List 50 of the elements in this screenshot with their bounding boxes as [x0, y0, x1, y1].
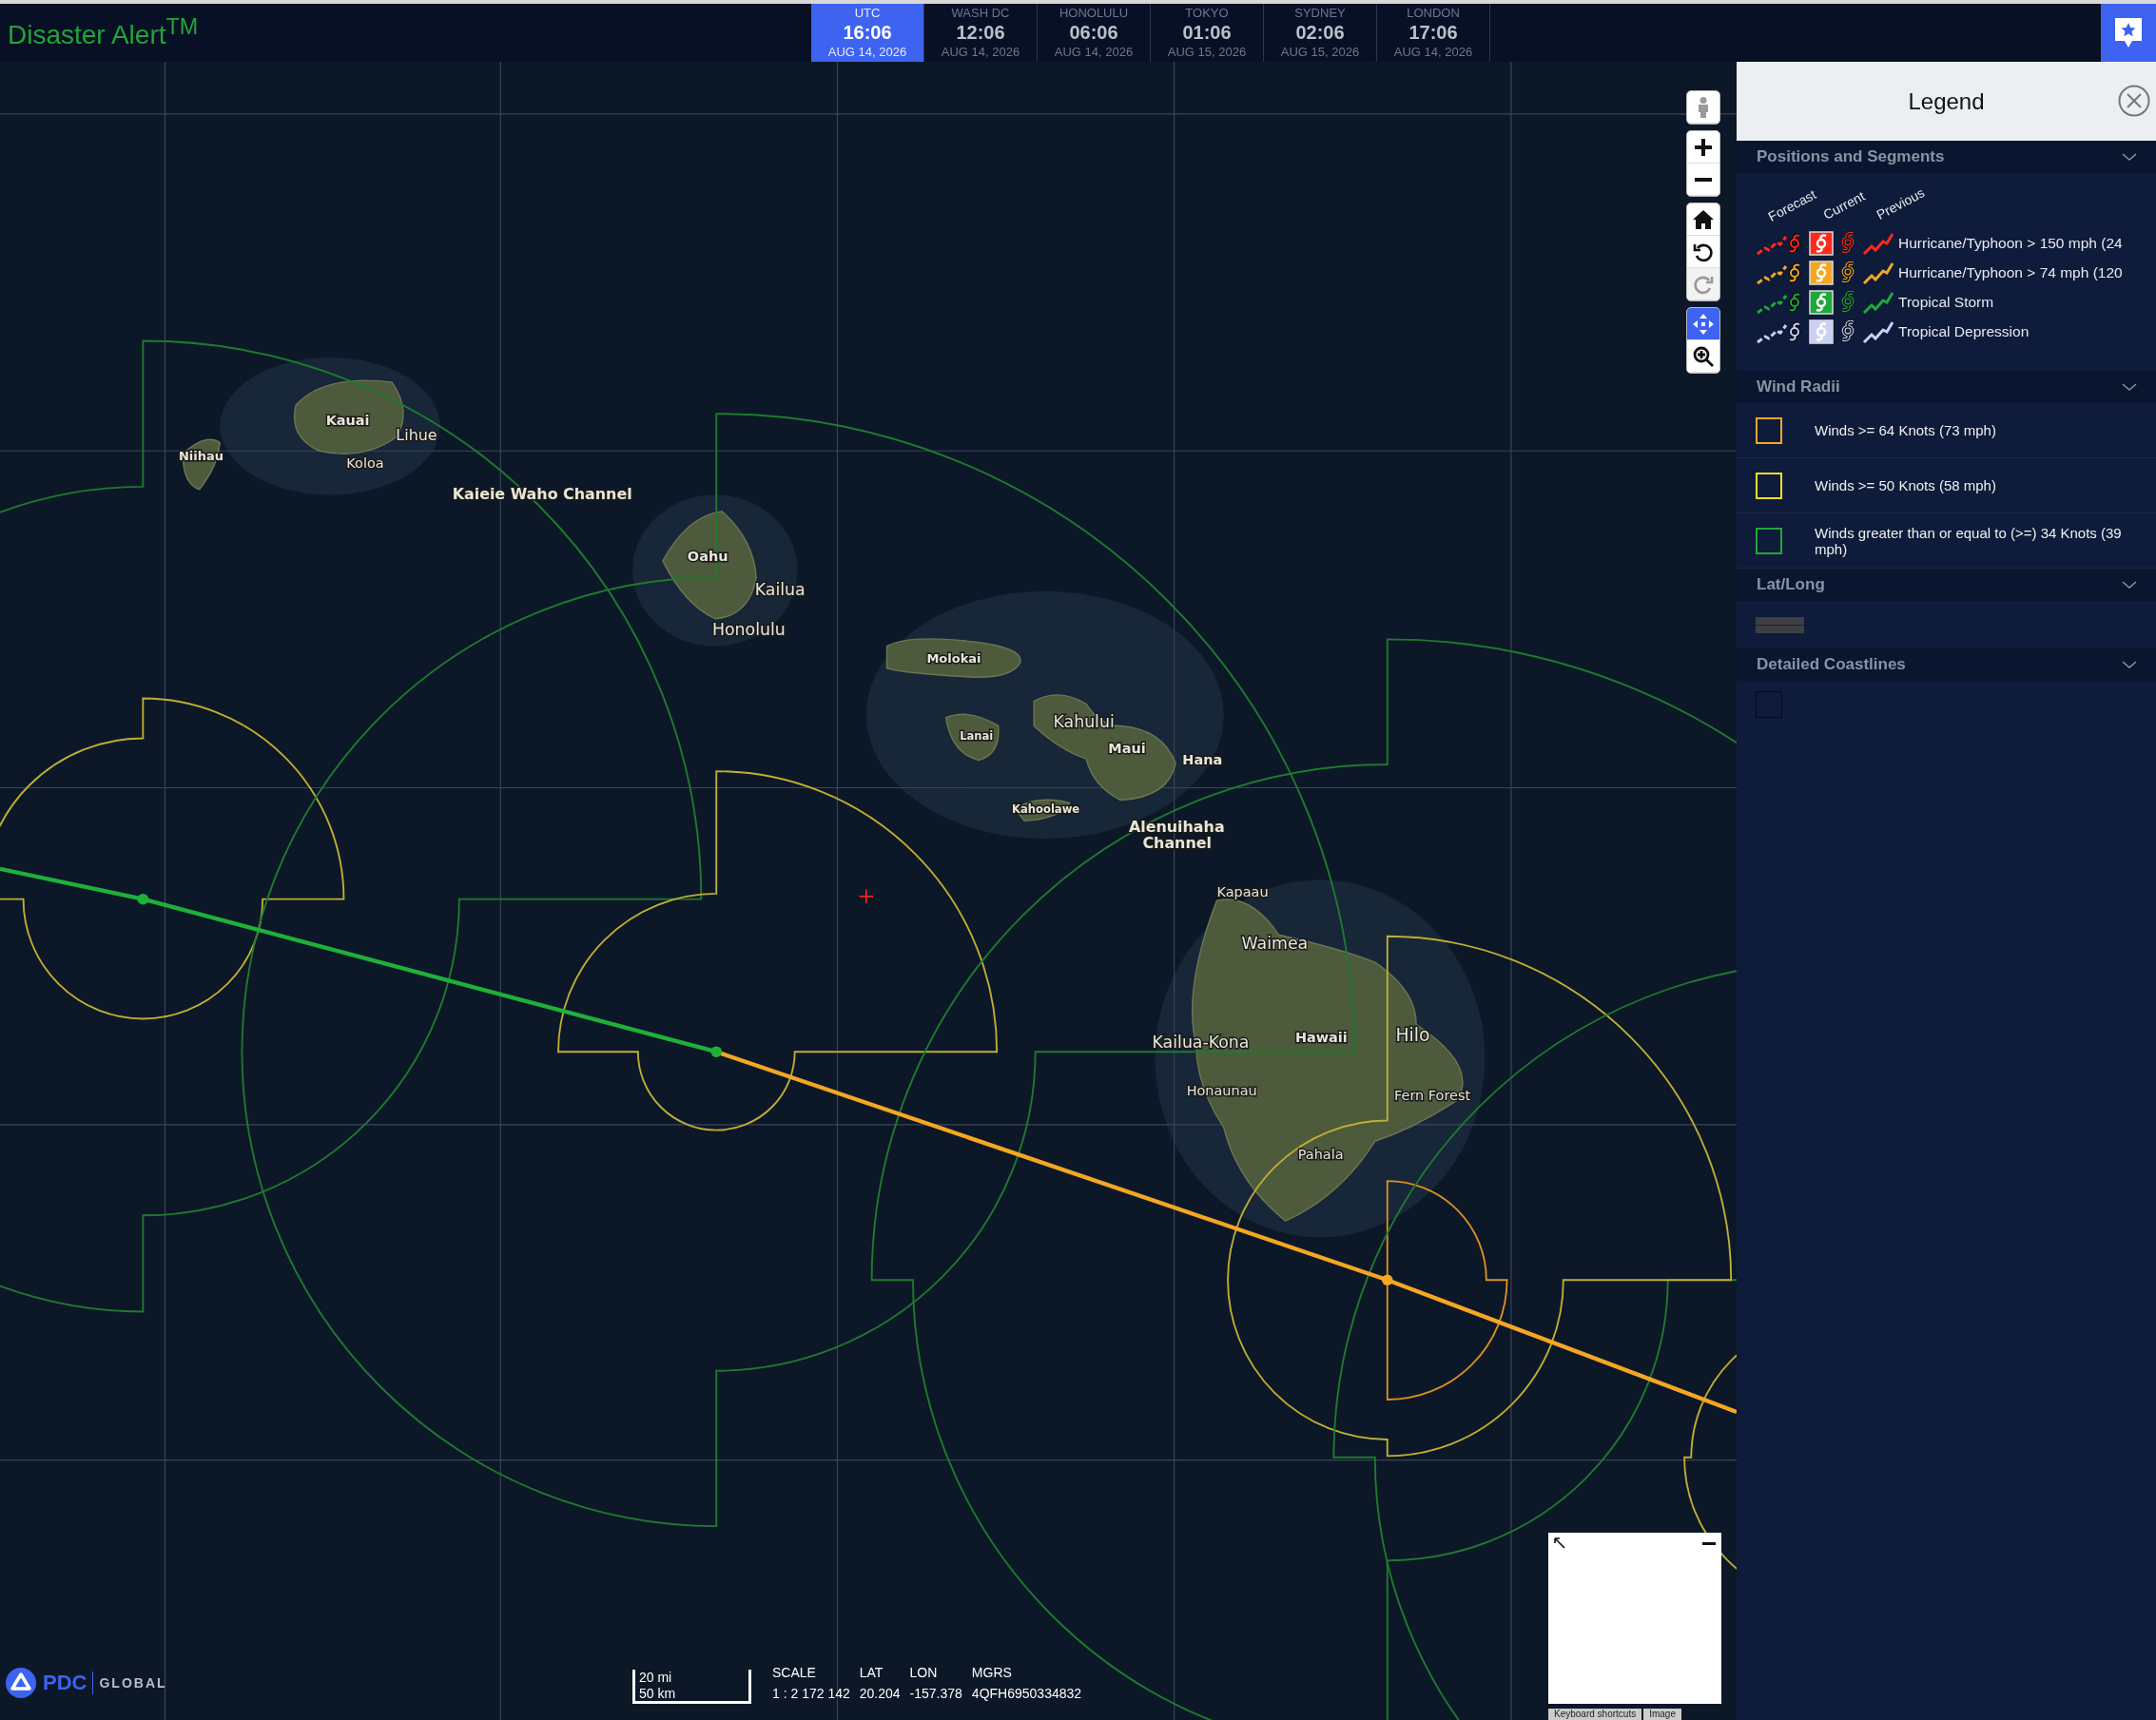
section-header[interactable]: Detailed Coastlines: [1737, 648, 2156, 681]
legend-label: Winds >= 64 Knots (73 mph): [1815, 422, 1997, 438]
place-label: Kahului: [1053, 711, 1115, 731]
place-label: Honaunau: [1186, 1083, 1257, 1099]
place-label: Hawaii: [1294, 1030, 1348, 1046]
time-zone-tab[interactable]: UTC 16:06 AUG 14, 2026: [811, 4, 924, 62]
place-label: Lanai: [960, 728, 994, 743]
place-label: Lihue: [396, 425, 437, 444]
section-header[interactable]: Positions and Segments: [1737, 141, 2156, 173]
readout-label: LAT: [859, 1665, 884, 1680]
place-label: Kahoolawe: [1012, 802, 1080, 816]
legend-label: Hurricane/Typhoon > 150 mph (24: [1898, 234, 2123, 252]
readout-label: SCALE: [772, 1665, 817, 1680]
readout-value: 20.204: [859, 1686, 901, 1701]
place-label: Maui: [1108, 741, 1146, 757]
place-label: Hana: [1182, 751, 1223, 767]
place-label: Fern Forest: [1394, 1087, 1471, 1103]
app-title: Disaster Alert$^{TM}$: [7, 14, 200, 51]
readout-value: 4QFH6950334832: [971, 1686, 1082, 1701]
place-label: Niihau: [178, 449, 223, 464]
place-label: Kauai: [325, 412, 370, 428]
readout-value: -157.378: [909, 1686, 962, 1701]
attribution-link[interactable]: Image: [1643, 1709, 1681, 1720]
place-label: Hilo: [1395, 1024, 1430, 1045]
attribution-link[interactable]: Keyboard shortcuts: [1548, 1709, 1642, 1720]
legend-label: Hurricane/Typhoon > 74 mph (120: [1898, 263, 2123, 281]
section-header[interactable]: Lat/Long: [1737, 569, 2156, 601]
place-label: Alenuihaha Channel: [1128, 817, 1225, 853]
legend-label: Tropical Depression: [1898, 322, 2030, 340]
section-header[interactable]: Wind Radii: [1737, 371, 2156, 403]
place-label: Honolulu: [711, 620, 786, 640]
place-label: Koloa: [346, 454, 384, 471]
legend-title: Legend: [1908, 87, 1985, 115]
readout-label: MGRS: [971, 1665, 1013, 1680]
place-label: Kailua: [754, 580, 806, 600]
place-label: Kailua-Kona: [1152, 1032, 1250, 1052]
readout-value: 1 : 2 172 142: [772, 1686, 850, 1701]
place-label: Waimea: [1241, 933, 1309, 953]
scale-bar: 20 mi 50 km: [632, 1670, 751, 1704]
place-label: Kaieie Waho Channel: [452, 484, 632, 503]
readout-label: LON: [909, 1665, 939, 1680]
logo-tagline: GLOBAL: [99, 1675, 167, 1691]
legend-label: Winds >= 50 Knots (58 mph): [1815, 477, 1997, 493]
place-label: Kapaau: [1216, 883, 1269, 899]
place-label: Molokai: [926, 650, 981, 666]
legend-label: Winds greater than or equal to (>=) 34 Knots (39 mph): [1815, 524, 2123, 557]
legend-label: Tropical Storm: [1898, 293, 1994, 311]
place-label: Oahu: [687, 548, 728, 564]
logo-text: PDC: [43, 1671, 87, 1695]
place-label: Pahala: [1297, 1147, 1344, 1162]
